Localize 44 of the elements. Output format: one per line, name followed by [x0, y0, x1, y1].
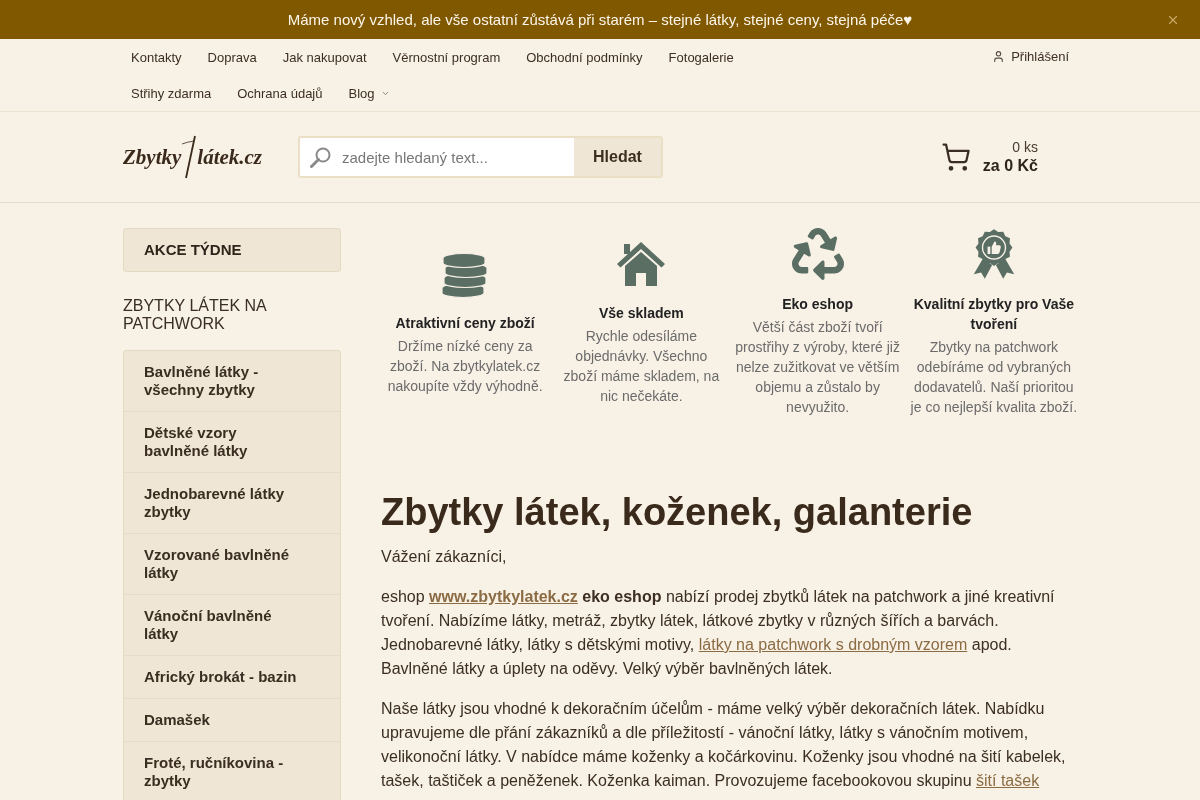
article-paragraph: eshop www.zbytkylatek.cz eko eshop nabízí prodej zbytků látek na patchwork a jiné kreativní tvoření. Nabízíme látky, metráž, zbytky látek, látkové zbytky v různých šířích a barvách. Jednobarevné látky, látky s dětskými motivy, látky na patchwork s drobným vzorem apod. Bavlněné látky a úplety na oděvy. Velký výběr bavlněných látek. [381, 587, 1056, 679]
nav-link[interactable]: Ochrana údajů [224, 75, 336, 111]
category-link[interactable]: Jednobarevné látky zbytky [124, 473, 340, 534]
cart-count: 0 ks [1012, 139, 1038, 156]
feature-title: Atraktivní ceny zboží [395, 314, 535, 333]
article-paragraph: Naše látky jsou vhodné k dekoračním účelům - máme velký výběr dekoračních látek. Nabídku upravujeme dle přání zákazníků a dle příležitostí - vánoční látky, látky s vánočním motivem, velikonoční látky. V nabídce máme koženky a kočárkovinu. Koženky jsou vhodné na šití kabelek, tašek, taštiček a peněženek. Koženka kaiman. Provozujeme facebookovou skupinu šití tašek [381, 699, 1067, 791]
nav-link[interactable]: Věrnostní program [379, 39, 514, 75]
feature-title: Eko eshop [782, 295, 853, 314]
site-logo[interactable]: Zbytky látek.cz [123, 135, 283, 179]
category-link[interactable]: Vánoční bavlněné látky [124, 595, 340, 656]
house-icon [616, 239, 667, 289]
nav-link[interactable]: Jak nakupovat [269, 39, 380, 75]
feature-text: Větší část zboží tvoří prostřihy z výroby, které již nelze zužitkovat ve větším objemu a zůstalo by nevyužito. [734, 318, 901, 417]
category-link[interactable]: Dětské vzory bavlněné látky [124, 412, 340, 473]
nav-link[interactable]: Obchodní podmínky [513, 39, 656, 75]
category-link[interactable]: Vzorované bavlněné látky [124, 534, 340, 595]
text-link[interactable]: www.zbytkylatek.cz [429, 588, 578, 605]
category-link[interactable]: Africký brokát - bazin [124, 656, 340, 699]
nav-link[interactable]: Doprava [194, 39, 270, 75]
recycle-icon [791, 228, 844, 280]
category-link[interactable]: Damašek [124, 699, 340, 742]
needle-icon [181, 135, 198, 179]
announcement-text: Máme nový vzhled, ale vše ostatní zůstává při starém – stejné látky, stejné ceny, stejná péče♥ [287, 11, 913, 28]
nav-link[interactable]: Blog [335, 75, 403, 111]
feature-text: Držíme nízké ceny za zboží. Na zbytkylatek.cz nakoupíte vždy výhodně. [386, 337, 544, 396]
feature-text: Rychle odesíláme objednávky. Všechno zboží máme skladem, na nic nečekáte. [562, 327, 721, 406]
page-title: Zbytky látek, koženek, galanterie [381, 490, 974, 535]
user-icon [992, 49, 1006, 63]
greeting-text: Vážení zákazníci, [381, 547, 508, 567]
category-link[interactable]: Froté, ručníkovina - zbytky [124, 742, 340, 800]
login-link[interactable]: Přihlášení [992, 39, 1077, 73]
text-link[interactable]: šití tašek [976, 772, 1040, 789]
promo-link[interactable]: AKCE TÝDNE [123, 228, 341, 272]
feature-title: Vše skladem [598, 304, 684, 323]
text-link[interactable]: látky na patchwork s drobným vzorem [698, 636, 968, 653]
category-heading: ZBYTKY LÁTEK NA PATCHWORK [123, 297, 268, 333]
cart-icon[interactable] [940, 142, 971, 172]
nav-link[interactable]: Střihy zdarma [118, 75, 225, 111]
feature-title: Kvalitní zbytky pro Vaše tvoření [912, 295, 1075, 334]
nav-link[interactable]: Fotogalerie [655, 39, 747, 75]
category-link[interactable]: Bavlněné látky - všechny zbytky [124, 351, 340, 412]
nav-link[interactable]: Kontakty [118, 39, 195, 75]
cart-total: za 0 Kč [982, 156, 1038, 175]
feature-text: Zbytky na patchwork odebíráme od vybraných dodavatelů. Naší prioritou je co nejlepší kvalita zboží. [909, 338, 1078, 417]
